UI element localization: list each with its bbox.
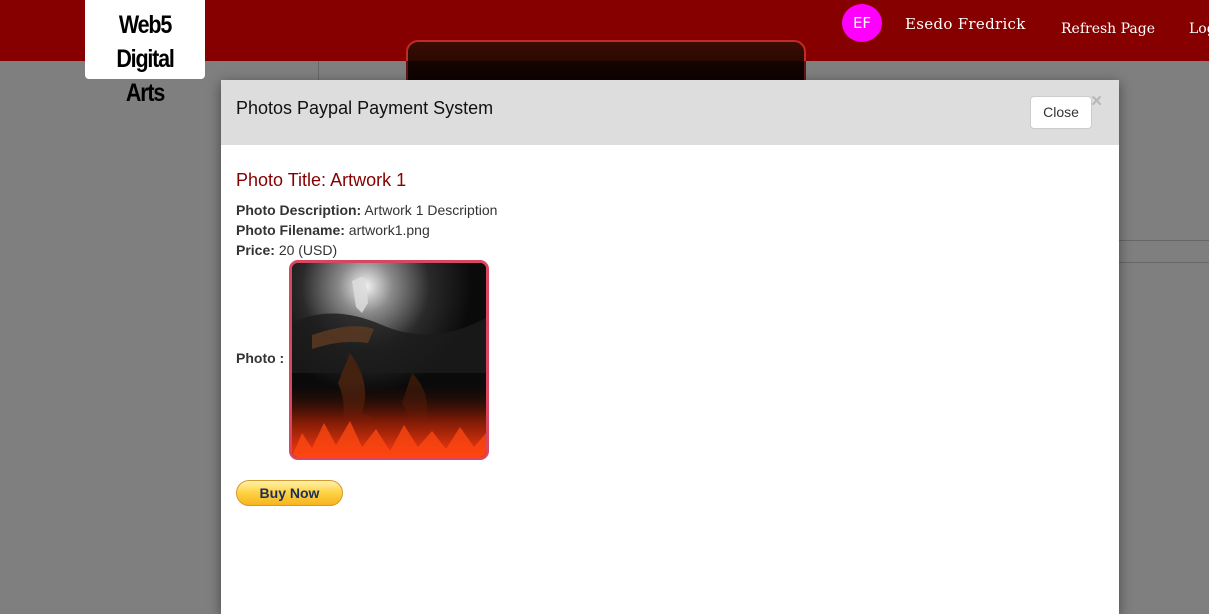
logo-text-line1: Web5 Digital (116, 11, 174, 73)
artwork-image-icon (292, 263, 486, 457)
description-label: Photo Description: (236, 202, 362, 218)
logo-text-line2: Arts (125, 79, 165, 107)
modal-header: Photos Paypal Payment System Close × (221, 80, 1119, 145)
photo-label: Photo : (236, 350, 285, 366)
photo-title-value: Artwork 1 (330, 170, 407, 190)
close-button[interactable]: Close (1030, 96, 1092, 129)
user-name[interactable]: Esedo Fredrick (905, 15, 1026, 33)
filename-label: Photo Filename: (236, 222, 345, 238)
artwork-image (289, 260, 489, 460)
photo-description: Photo Description: Artwork 1 Description (236, 202, 497, 218)
site-logo[interactable]: Web5 Digital Arts (85, 0, 205, 107)
user-avatar[interactable]: EF (842, 4, 882, 42)
photo-title-prefix: Photo Title: (236, 170, 327, 190)
buy-now-button[interactable]: Buy Now (236, 480, 343, 506)
close-icon[interactable]: × (1091, 92, 1102, 111)
payment-modal: Photos Paypal Payment System Close × Pho… (221, 80, 1119, 614)
photo-filename: Photo Filename: artwork1.png (236, 222, 430, 238)
photo-title: Photo Title: Artwork 1 (236, 170, 406, 191)
modal-title: Photos Paypal Payment System (236, 98, 494, 118)
price-label: Price: (236, 242, 275, 258)
description-value: Artwork 1 Description (364, 202, 498, 218)
photo-price: Price: 20 (USD) (236, 242, 337, 258)
logout-link[interactable]: Logout (1189, 21, 1209, 37)
filename-value: artwork1.png (348, 222, 430, 238)
refresh-page-link[interactable]: Refresh Page (1061, 21, 1155, 37)
price-value: 20 (USD) (278, 242, 338, 258)
